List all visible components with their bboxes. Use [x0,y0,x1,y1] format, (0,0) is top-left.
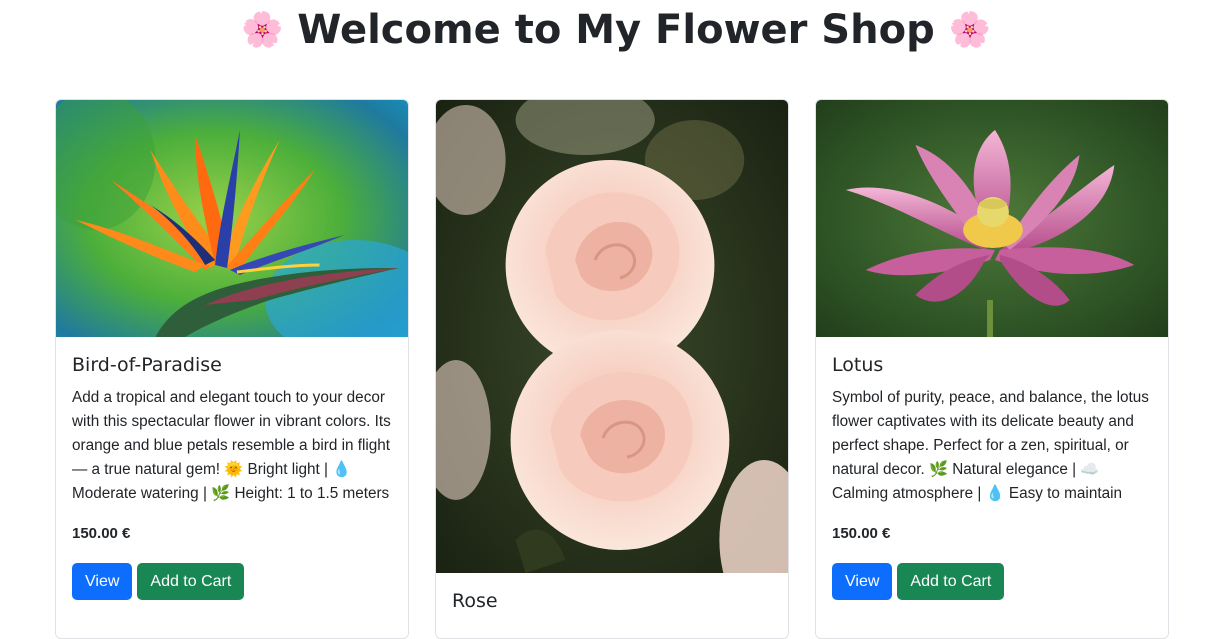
product-card-lotus: Lotus Symbol of purity, peace, and balan… [815,99,1169,639]
card-actions: View Add to Cart [72,563,392,600]
product-card-bird-of-paradise: Bird-of-Paradise Add a tropical and eleg… [55,99,409,639]
card-actions: View Add to Cart [832,563,1152,600]
card-price: 150.00 € [72,525,131,542]
card-title: Rose [452,590,498,612]
rose-photo-icon [436,100,788,573]
lotus-image[interactable] [816,100,1168,337]
card-description: Symbol of purity, peace, and balance, th… [832,389,1149,502]
rose-image[interactable] [436,100,788,573]
cherry-blossom-icon: 🌸 [240,10,284,50]
cherry-blossom-icon: 🌸 [948,10,991,50]
page-title: 🌸 Welcome to My Flower Shop 🌸 [0,4,1232,56]
card-title: Lotus [832,354,884,376]
product-card-rose: Rose [435,99,789,639]
bird-of-paradise-image[interactable] [56,100,408,337]
view-button[interactable]: View [832,563,893,600]
card-description: Add a tropical and elegant touch to your… [72,389,391,502]
page-title-text: Welcome to My Flower Shop [297,7,935,53]
add-to-cart-button[interactable]: Add to Cart [137,563,245,600]
card-title: Bird-of-Paradise [72,354,222,376]
view-button[interactable]: View [72,563,133,600]
lotus-photo-icon [816,100,1168,337]
card-price: 150.00 € [832,525,891,542]
add-to-cart-button[interactable]: Add to Cart [897,563,1005,600]
bird-of-paradise-photo-icon [56,100,408,337]
